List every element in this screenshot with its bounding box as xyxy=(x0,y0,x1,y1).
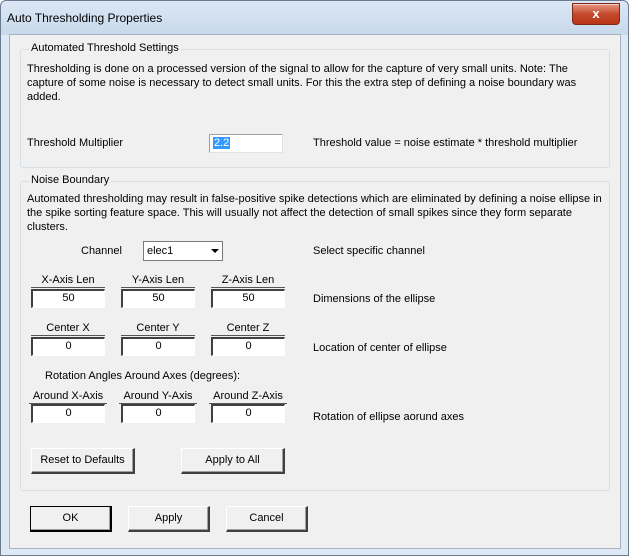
channel-select-value: elec1 xyxy=(147,245,174,257)
chevron-down-icon[interactable] xyxy=(211,249,219,253)
threshold-multiplier-input[interactable]: 2.2 xyxy=(209,134,283,153)
rotation-description: Rotation of ellipse aorund axes xyxy=(313,411,465,423)
channel-label: Channel xyxy=(81,245,122,257)
threshold-multiplier-label: Threshold Multiplier xyxy=(27,137,123,149)
title-bar[interactable]: Auto Thresholding Properties x xyxy=(1,1,628,35)
channel-select[interactable]: elec1 xyxy=(143,241,223,261)
threshold-formula-text: Threshold value = noise estimate * thres… xyxy=(313,137,578,149)
center-y-label: Center Y xyxy=(121,322,195,336)
around-y-axis-input[interactable]: 0 xyxy=(121,404,195,423)
axis-len-description: Dimensions of the ellipse xyxy=(313,293,436,305)
noise-boundary-group: Noise Boundary Automated thresholding ma… xyxy=(20,174,610,491)
z-axis-len-input[interactable]: 50 xyxy=(211,289,285,308)
x-axis-len-label: X-Axis Len xyxy=(31,274,105,288)
noise-boundary-group-title: Noise Boundary xyxy=(29,174,112,186)
y-axis-len-input[interactable]: 50 xyxy=(121,289,195,308)
around-z-axis-label: Around Z-Axis xyxy=(209,390,287,404)
automated-threshold-description: Thresholding is done on a processed vers… xyxy=(27,63,577,103)
ok-button[interactable]: OK xyxy=(30,506,112,532)
dialog-client-area: Automated Threshold Settings Thresholdin… xyxy=(9,34,621,549)
x-axis-len-input[interactable]: 50 xyxy=(31,289,105,308)
around-x-axis-label: Around X-Axis xyxy=(29,390,107,404)
around-y-axis-label: Around Y-Axis xyxy=(119,390,197,404)
center-y-input[interactable]: 0 xyxy=(121,337,195,356)
cancel-button[interactable]: Cancel xyxy=(226,506,308,532)
dialog-window: Auto Thresholding Properties x Automated… xyxy=(0,0,629,556)
close-icon: x xyxy=(592,6,600,21)
reset-to-defaults-button[interactable]: Reset to Defaults xyxy=(31,448,135,474)
y-axis-len-label: Y-Axis Len xyxy=(121,274,195,288)
around-x-axis-input[interactable]: 0 xyxy=(31,404,105,423)
center-x-input[interactable]: 0 xyxy=(31,337,105,356)
automated-threshold-group-title: Automated Threshold Settings xyxy=(29,42,181,54)
close-button[interactable]: x xyxy=(572,3,620,25)
apply-to-all-button[interactable]: Apply to All xyxy=(181,448,285,474)
rotation-title: Rotation Angles Around Axes (degrees): xyxy=(45,370,241,382)
center-z-input[interactable]: 0 xyxy=(211,337,285,356)
center-description: Location of center of ellipse xyxy=(313,342,447,354)
center-x-label: Center X xyxy=(31,322,105,336)
window-title: Auto Thresholding Properties xyxy=(7,11,163,25)
center-z-label: Center Z xyxy=(211,322,285,336)
around-z-axis-input[interactable]: 0 xyxy=(211,404,285,423)
automated-threshold-group: Automated Threshold Settings Thresholdin… xyxy=(20,42,610,168)
threshold-multiplier-value: 2.2 xyxy=(213,137,231,149)
apply-button[interactable]: Apply xyxy=(128,506,210,532)
z-axis-len-label: Z-Axis Len xyxy=(211,274,285,288)
noise-boundary-description: Automated thresholding may result in fal… xyxy=(27,193,602,233)
channel-description: Select specific channel xyxy=(313,245,425,257)
